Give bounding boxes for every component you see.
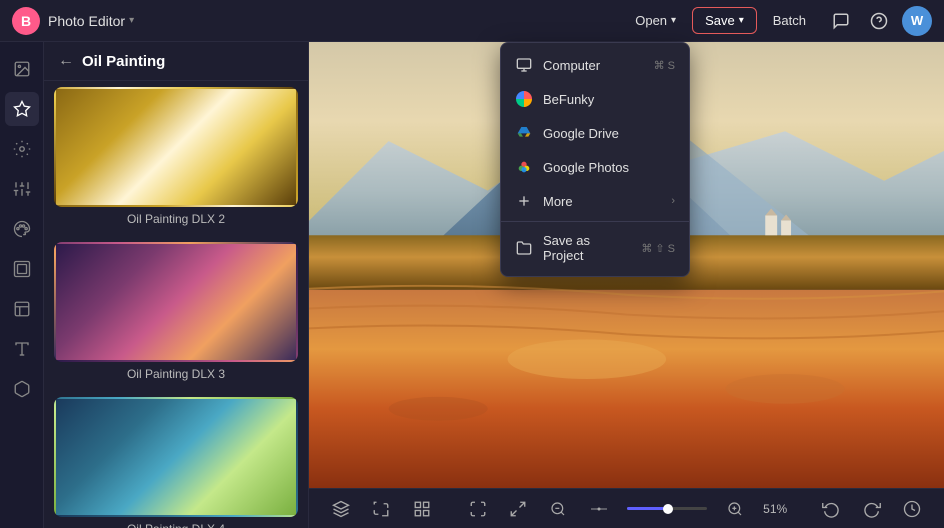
undo-icon-button[interactable]: [819, 495, 843, 523]
bottom-toolbar: 51%: [309, 488, 944, 528]
filter-list: Oil Painting DLX 2 Oil Painting DLX 3 Oi…: [44, 81, 308, 528]
menu-item-computer-shortcut: ⌘ S: [654, 59, 675, 72]
app-name-button[interactable]: Photo Editor ▾: [48, 13, 134, 29]
sidebar-icon-adjust[interactable]: [5, 172, 39, 206]
filter-thumbnail: [54, 87, 298, 207]
more-arrow-icon: ›: [671, 195, 675, 207]
batch-button[interactable]: Batch: [761, 8, 818, 33]
filter-header: ← Oil Painting: [44, 42, 308, 81]
user-avatar[interactable]: W: [902, 6, 932, 36]
filter-name: Oil Painting DLX 4: [54, 522, 298, 528]
google-photos-icon: [515, 158, 533, 176]
menu-item-gphotos-label: Google Photos: [543, 160, 675, 175]
zoom-control: [627, 507, 707, 510]
menu-item-befunky-label: BeFunky: [543, 92, 675, 107]
user-initial: W: [911, 13, 923, 28]
layers-icon-button[interactable]: [329, 495, 353, 523]
menu-item-more[interactable]: More ›: [501, 184, 689, 218]
zoom-reset-icon-button[interactable]: [587, 495, 611, 523]
filter-thumbnail: [54, 397, 298, 517]
menu-item-gdrive[interactable]: Google Drive: [501, 116, 689, 150]
menu-item-save-project-label: Save as Project: [543, 233, 631, 263]
open-button[interactable]: Open ▾: [623, 8, 688, 33]
redo-icon-button[interactable]: [859, 495, 883, 523]
zoom-in-icon-button[interactable]: [723, 495, 747, 523]
crop-icon-button[interactable]: [369, 495, 393, 523]
menu-item-gphotos[interactable]: Google Photos: [501, 150, 689, 184]
save-dropdown-menu: Computer ⌘ S BeFunky Google Drive: [500, 42, 690, 277]
save-chevron-icon: ▾: [739, 15, 744, 26]
filter-back-button[interactable]: ←: [58, 52, 74, 70]
sidebar-icon-image[interactable]: [5, 52, 39, 86]
zoom-fit-icon-button[interactable]: [506, 495, 530, 523]
sidebar-icon-text[interactable]: [5, 332, 39, 366]
sidebar-icon-frames[interactable]: [5, 252, 39, 286]
save-label: Save: [705, 13, 735, 28]
app-name-chevron-icon: ▾: [129, 15, 134, 26]
filter-thumbnail: [54, 242, 298, 362]
sidebar-icon-overlays[interactable]: [5, 292, 39, 326]
filter-name: Oil Painting DLX 3: [54, 367, 298, 381]
zoom-percent-label: 51%: [763, 502, 787, 516]
list-item[interactable]: Oil Painting DLX 3: [44, 236, 308, 391]
befunky-icon: [515, 90, 533, 108]
batch-label: Batch: [773, 13, 806, 28]
open-label: Open: [635, 13, 667, 28]
filter-name: Oil Painting DLX 2: [54, 212, 298, 226]
save-button[interactable]: Save ▾: [692, 7, 757, 34]
topbar: B Photo Editor ▾ Open ▾ Save ▾ Batch: [0, 0, 944, 42]
fullscreen-icon-button[interactable]: [466, 495, 490, 523]
menu-item-save-project[interactable]: Save as Project ⌘ ⇧ S: [501, 225, 689, 271]
sidebar-icon-effects[interactable]: [5, 92, 39, 126]
menu-item-befunky[interactable]: BeFunky: [501, 82, 689, 116]
icon-sidebar: [0, 42, 44, 528]
main-layout: ← Oil Painting Oil Painting DLX 2 Oil Pa…: [0, 42, 944, 528]
google-drive-icon: [515, 124, 533, 142]
filter-panel: ← Oil Painting Oil Painting DLX 2 Oil Pa…: [44, 42, 309, 528]
list-item[interactable]: Oil Painting DLX 4: [44, 391, 308, 528]
history-icon-button[interactable]: [900, 495, 924, 523]
monitor-icon: [515, 56, 533, 74]
zoom-out-icon-button[interactable]: [546, 495, 570, 523]
menu-item-computer-label: Computer: [543, 58, 644, 73]
menu-divider: [501, 221, 689, 222]
chat-icon-button[interactable]: [826, 6, 856, 36]
app-name-label: Photo Editor: [48, 13, 125, 29]
app-logo: B: [12, 7, 40, 35]
list-item[interactable]: Oil Painting DLX 2: [44, 81, 308, 236]
sidebar-icon-retouch[interactable]: [5, 132, 39, 166]
grid-icon-button[interactable]: [410, 495, 434, 523]
sidebar-icon-art[interactable]: [5, 212, 39, 246]
help-icon-button[interactable]: [864, 6, 894, 36]
menu-item-gdrive-label: Google Drive: [543, 126, 675, 141]
topbar-actions: Open ▾ Save ▾ Batch: [623, 7, 818, 34]
folder-icon: [515, 239, 533, 257]
menu-item-more-label: More: [543, 194, 661, 209]
menu-item-computer[interactable]: Computer ⌘ S: [501, 48, 689, 82]
zoom-slider[interactable]: [627, 507, 707, 510]
filter-title: Oil Painting: [82, 53, 165, 70]
menu-item-save-project-shortcut: ⌘ ⇧ S: [641, 242, 675, 255]
sidebar-icon-graphics[interactable]: [5, 372, 39, 406]
topbar-icons: W: [826, 6, 932, 36]
plus-icon: [515, 192, 533, 210]
open-chevron-icon: ▾: [671, 15, 676, 26]
